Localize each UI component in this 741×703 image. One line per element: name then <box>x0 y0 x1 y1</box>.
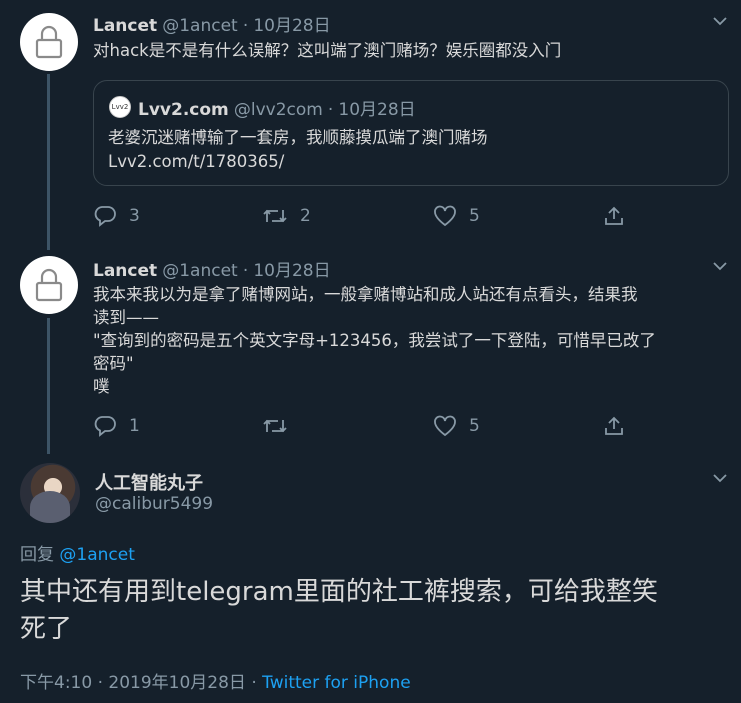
retweet-icon <box>263 419 287 433</box>
thread-line <box>47 74 50 250</box>
avatar[interactable] <box>20 256 78 314</box>
reply-count: 3 <box>129 206 140 226</box>
separator: · <box>327 100 334 120</box>
like-count: 5 <box>469 206 480 226</box>
like-icon <box>434 415 456 437</box>
tweet-header: Lancet @1ancet · 10月28日 <box>93 11 331 36</box>
source-link[interactable]: Twitter for iPhone <box>262 673 411 693</box>
share-button[interactable] <box>603 205 637 227</box>
separator: · <box>242 261 249 281</box>
retweet-button[interactable] <box>262 415 300 437</box>
reply-icon <box>94 416 116 437</box>
share-icon <box>605 416 623 435</box>
like-button[interactable]: 5 <box>433 415 480 437</box>
quoted-link[interactable]: Lvv2.com/t/1780365/ <box>108 150 284 173</box>
lock-icon <box>35 268 63 302</box>
main-author-handle[interactable]: @calibur5499 <box>95 494 213 514</box>
tweet-text: 对hack是不是有什么误解？这叫端了澳门赌场？娱乐圈都没入门 <box>93 41 562 60</box>
tweet-text: 我本来我以为是拿了赌博网站，一般拿赌博站和成人站还有点看头，结果我 读到—— "… <box>93 283 656 398</box>
chevron-down-icon[interactable] <box>712 13 728 33</box>
timestamp[interactable]: 下午4:10 · 2019年10月28日 · <box>20 673 262 693</box>
chevron-down-icon[interactable] <box>712 258 728 278</box>
retweet-button[interactable]: 2 <box>262 205 311 227</box>
main-text-line: 死了 <box>20 614 73 644</box>
chevron-down-icon[interactable] <box>712 470 728 490</box>
avatar[interactable] <box>20 13 78 71</box>
main-tweet-text: 其中还有用到telegram里面的社工裤搜索，可给我整笑 死了 <box>20 574 658 648</box>
author-handle[interactable]: @1ancet <box>162 261 237 281</box>
quoted-date: 10月28日 <box>338 100 416 120</box>
author-name[interactable]: Lancet <box>93 261 157 281</box>
tweet-text-line: 密码" <box>93 354 134 373</box>
main-avatar[interactable] <box>20 463 80 523</box>
tweet-text-line: "查询到的密码是五个英文字母+123456，我尝试了一下登陆，可惜早已改了 <box>93 331 656 350</box>
quoted-text-line: 老婆沉迷赌博输了一套房，我顺藤摸瓜端了澳门赌场 <box>108 128 488 147</box>
like-icon <box>434 205 456 227</box>
share-icon <box>605 206 623 225</box>
reply-to-link[interactable]: @1ancet <box>59 545 134 565</box>
reply-prefix: 回复 <box>20 545 54 565</box>
tweet-text-line: 读到—— <box>93 308 159 327</box>
author-name[interactable]: Lancet <box>93 16 157 36</box>
quoted-header: Lvv2.com @lvv2com · 10月28日 <box>138 95 416 120</box>
reply-count: 1 <box>129 416 140 436</box>
main-text-line: 其中还有用到telegram里面的社工裤搜索，可给我整笑 <box>20 577 658 607</box>
thread-line <box>47 318 50 454</box>
retweet-count: 2 <box>300 206 311 226</box>
quoted-avatar: Lvv2 <box>109 96 131 118</box>
quoted-tweet[interactable]: Lvv2 Lvv2.com @lvv2com · 10月28日 老婆沉迷赌博输了… <box>93 80 729 186</box>
quoted-author-name: Lvv2.com <box>138 100 229 120</box>
tweet-date[interactable]: 10月28日 <box>253 261 330 281</box>
share-button[interactable] <box>603 415 637 437</box>
reply-icon <box>94 206 116 227</box>
tweet-text-line: 噗 <box>93 377 110 396</box>
like-button[interactable]: 5 <box>433 205 480 227</box>
main-author-name[interactable]: 人工智能丸子 <box>95 469 203 495</box>
reply-button[interactable]: 3 <box>93 205 140 227</box>
retweet-icon <box>263 209 287 223</box>
lock-icon <box>35 25 63 59</box>
author-handle[interactable]: @1ancet <box>162 16 237 36</box>
tweet-meta: 下午4:10 · 2019年10月28日 · Twitter for iPhon… <box>20 668 411 693</box>
tweet-text-line: 我本来我以为是拿了赌博网站，一般拿赌博站和成人站还有点看头，结果我 <box>93 285 638 304</box>
quoted-author-handle: @lvv2com <box>233 100 323 120</box>
reply-button[interactable]: 1 <box>93 415 140 437</box>
reply-context: 回复 @1ancet <box>20 540 135 565</box>
like-count: 5 <box>469 416 480 436</box>
tweet-date[interactable]: 10月28日 <box>253 16 330 36</box>
avatar-photo <box>30 491 70 523</box>
quoted-avatar-logo: Lvv2 <box>111 103 129 111</box>
separator: · <box>242 16 249 36</box>
tweet-header: Lancet @1ancet · 10月28日 <box>93 256 331 281</box>
